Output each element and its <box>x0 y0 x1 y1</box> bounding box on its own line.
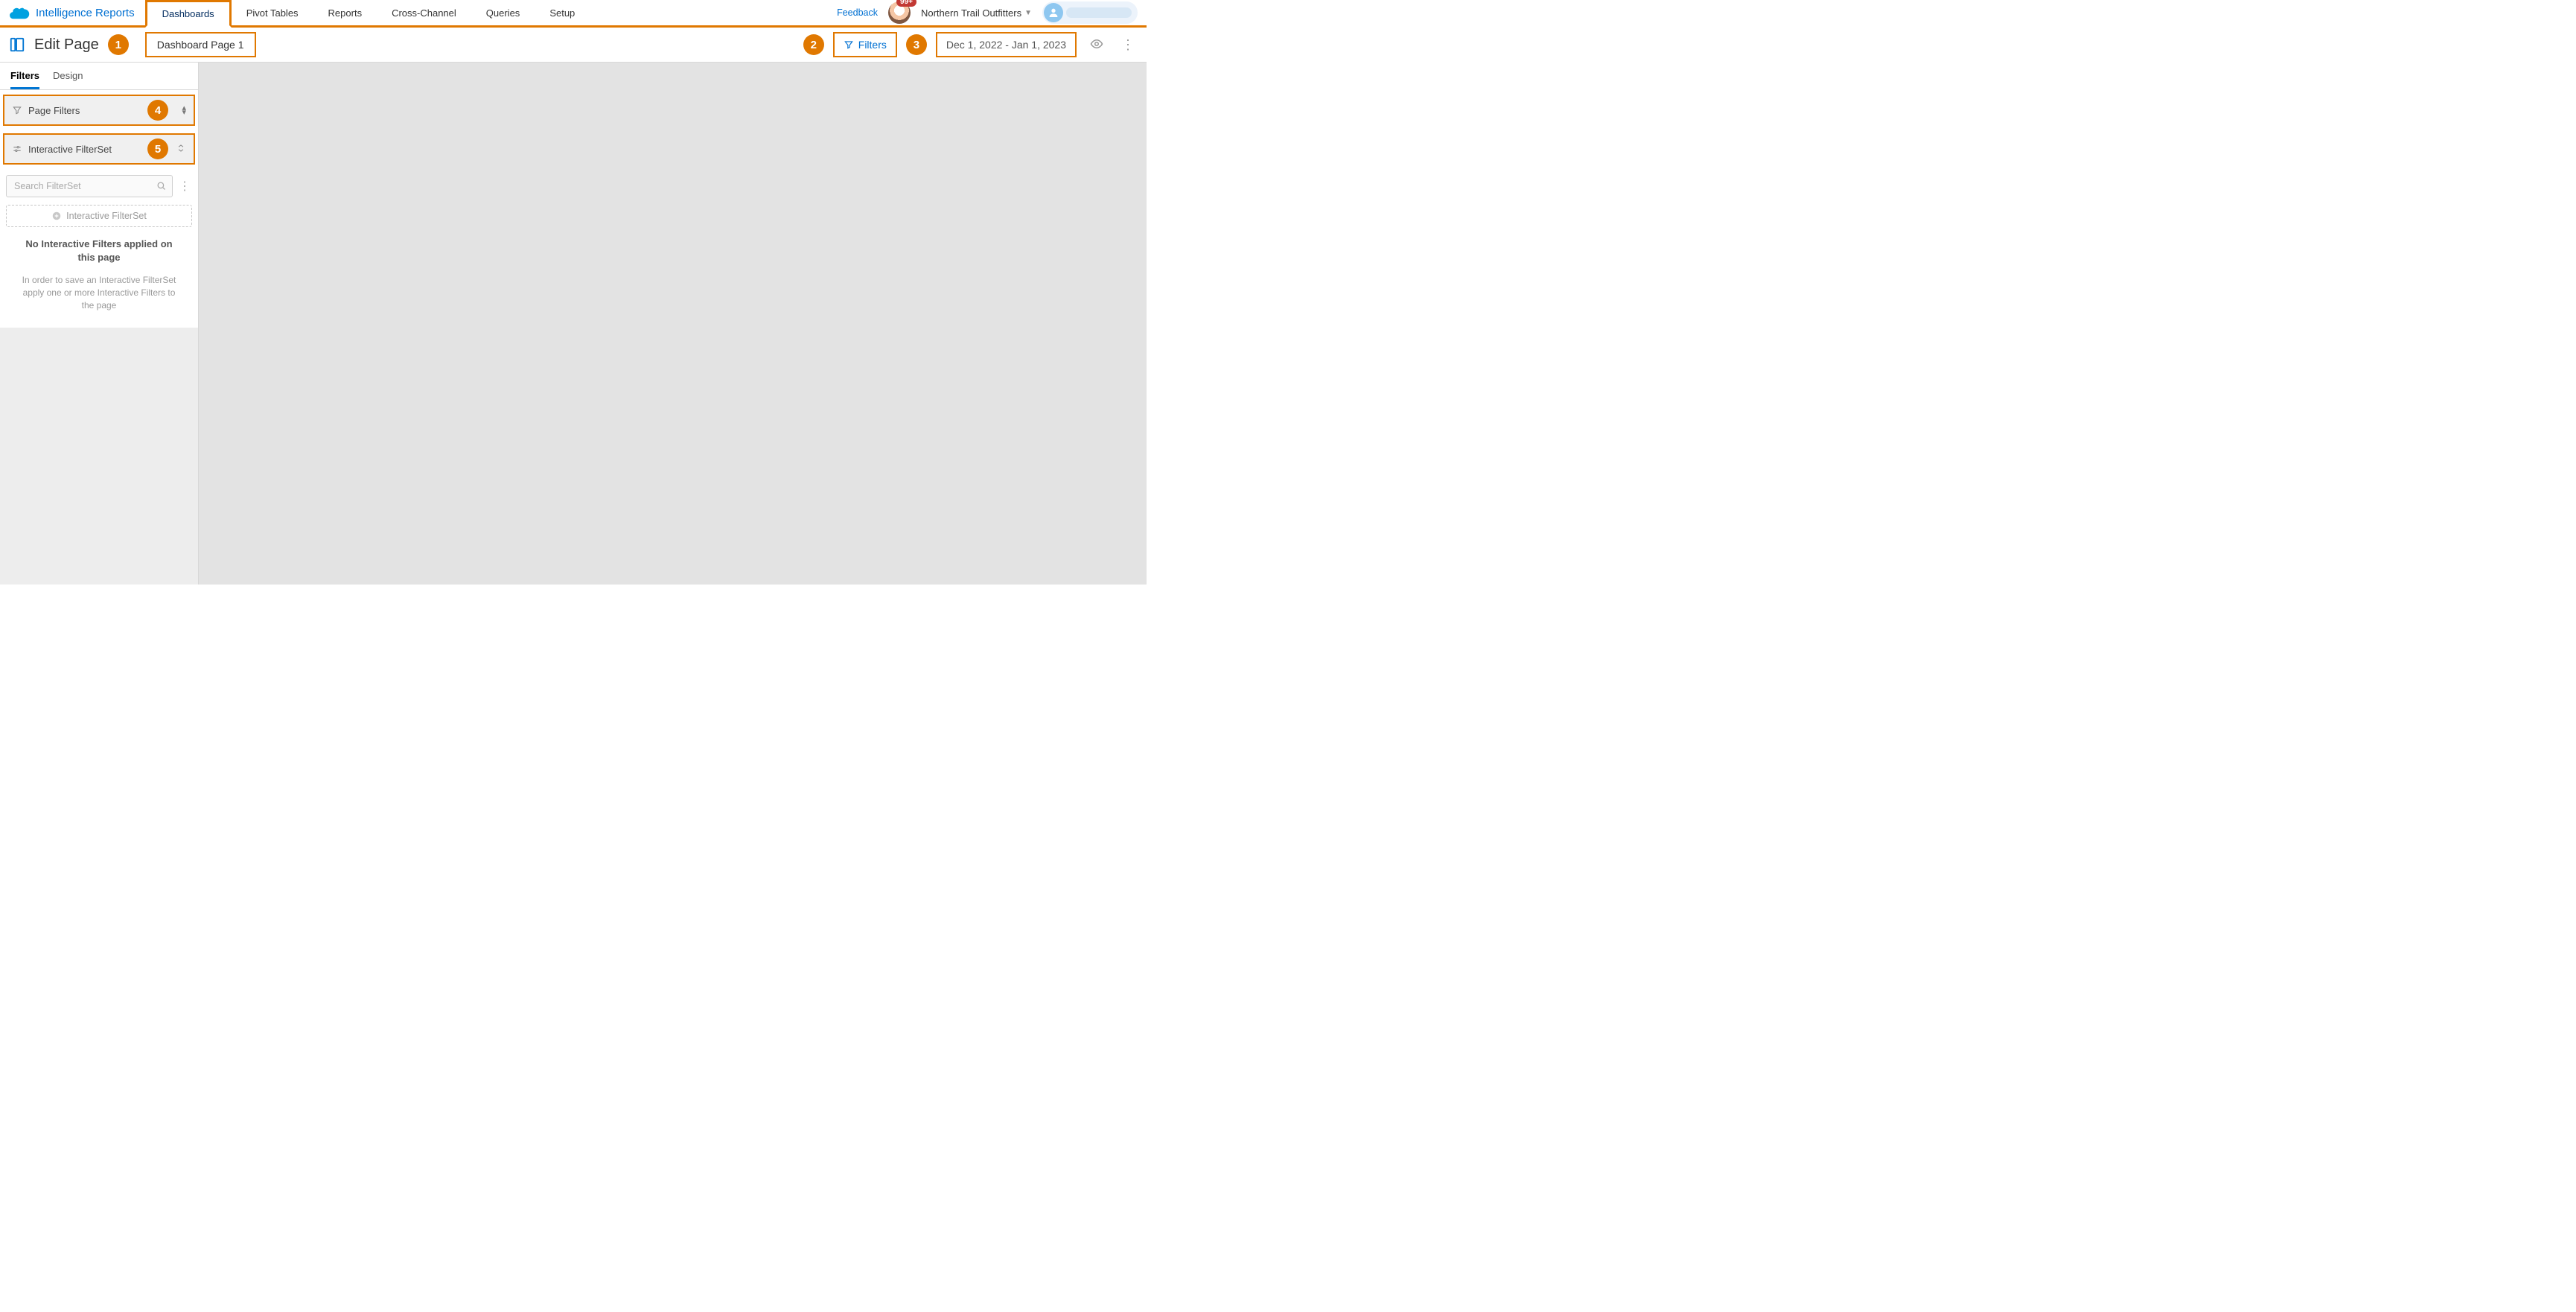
workspace-label: Northern Trail Outfitters <box>921 7 1021 19</box>
profile-chip[interactable] <box>1042 1 1138 24</box>
page-more-menu[interactable]: ⋮ <box>1117 38 1139 51</box>
sidebar-empty-area <box>0 328 198 585</box>
page-name-input[interactable]: Dashboard Page 1 <box>145 32 256 57</box>
interactive-filterset-section[interactable]: Interactive FilterSet 5 <box>3 133 195 165</box>
nav-tabs: Dashboards Pivot Tables Reports Cross-Ch… <box>145 0 590 25</box>
left-panel: Filters Design Page Filters ▴▾ 4 Interac… <box>0 63 199 585</box>
user-avatar-icon <box>1044 3 1063 22</box>
brand-title: Intelligence Reports <box>36 7 135 19</box>
expand-collapse-icon[interactable]: ▴▾ <box>182 106 186 115</box>
page-header: Edit Page 1 Dashboard Page 1 2 Filters 3… <box>0 28 1147 63</box>
layout-icon <box>9 36 25 53</box>
filter-icon <box>12 105 22 115</box>
search-filterset-input[interactable] <box>6 175 173 197</box>
page-filters-label: Page Filters <box>28 105 80 116</box>
sliders-icon <box>12 144 22 154</box>
sidebar-tab-filters[interactable]: Filters <box>10 70 39 89</box>
date-range-value: Dec 1, 2022 - Jan 1, 2023 <box>946 39 1066 51</box>
page-name-value: Dashboard Page 1 <box>157 39 244 51</box>
nav-tab-dashboards[interactable]: Dashboards <box>145 0 232 28</box>
nav-tab-queries[interactable]: Queries <box>471 0 535 25</box>
top-nav: Intelligence Reports Dashboards Pivot Ta… <box>0 0 1147 28</box>
callout-4: 4 <box>147 100 168 121</box>
date-range-picker[interactable]: Dec 1, 2022 - Jan 1, 2023 <box>936 32 1077 57</box>
search-icon <box>156 180 167 194</box>
filterset-body: ⋮ Interactive FilterSet No Interactive F… <box>0 168 198 328</box>
sidebar-tab-design[interactable]: Design <box>53 70 83 89</box>
caret-down-icon: ▼ <box>1024 9 1032 17</box>
topnav-right: Feedback 99+ Northern Trail Outfitters ▼ <box>837 0 1147 25</box>
filters-label: Filters <box>858 39 887 51</box>
empty-state-subtext: In order to save an Interactive FilterSe… <box>6 274 192 311</box>
filters-button[interactable]: Filters <box>833 32 897 57</box>
nav-tab-setup[interactable]: Setup <box>535 0 590 25</box>
collapse-icon[interactable] <box>176 143 186 156</box>
callout-5: 5 <box>147 138 168 159</box>
assistant-avatar[interactable]: 99+ <box>888 1 911 24</box>
nav-tab-reports[interactable]: Reports <box>313 0 377 25</box>
interactive-filterset-label: Interactive FilterSet <box>28 144 112 155</box>
page-filters-section[interactable]: Page Filters ▴▾ 4 <box>3 95 195 126</box>
page-title: Edit Page <box>34 36 99 54</box>
add-interactive-filterset-button[interactable]: Interactive FilterSet <box>6 205 192 227</box>
filter-icon <box>844 39 854 50</box>
salesforce-cloud-icon <box>7 4 30 21</box>
preview-button[interactable] <box>1085 37 1108 53</box>
callout-2: 2 <box>803 34 824 55</box>
profile-placeholder <box>1066 7 1132 18</box>
notification-badge: 99+ <box>896 0 916 7</box>
brand-area: Intelligence Reports <box>0 0 145 28</box>
callout-1: 1 <box>108 34 129 55</box>
nav-tab-pivot-tables[interactable]: Pivot Tables <box>232 0 313 25</box>
empty-state-heading: No Interactive Filters applied on this p… <box>6 235 192 267</box>
add-filterset-label: Interactive FilterSet <box>66 211 147 221</box>
callout-3: 3 <box>906 34 927 55</box>
nav-tab-cross-channel[interactable]: Cross-Channel <box>377 0 471 25</box>
plus-circle-icon <box>51 211 62 221</box>
feedback-link[interactable]: Feedback <box>837 7 878 18</box>
workspace-switcher[interactable]: Northern Trail Outfitters ▼ <box>921 7 1032 19</box>
dashboard-canvas[interactable] <box>199 63 1147 585</box>
sidebar-tabs: Filters Design <box>0 63 198 89</box>
filterset-more-menu[interactable]: ⋮ <box>177 179 192 194</box>
eye-icon <box>1090 37 1103 51</box>
